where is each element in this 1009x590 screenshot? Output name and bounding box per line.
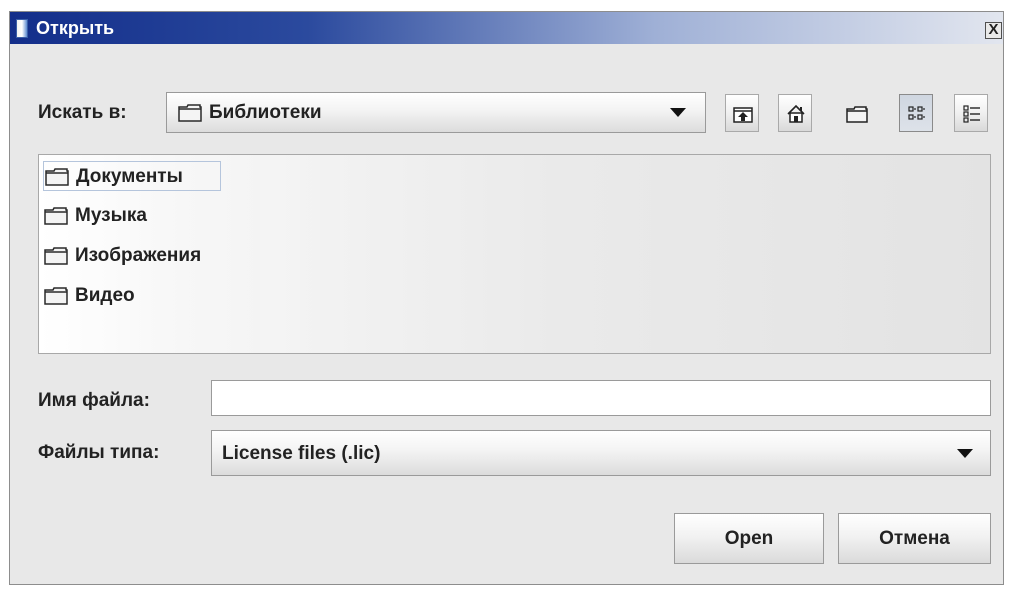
list-item[interactable]: Видео (43, 281, 193, 311)
look-in-value: Библиотеки (209, 102, 322, 123)
file-name-label: Имя файла: (38, 390, 150, 411)
title-bar[interactable]: Открыть X (10, 12, 1003, 44)
folder-icon (44, 247, 68, 265)
new-folder-button[interactable] (838, 94, 872, 132)
java-app-icon (16, 19, 28, 38)
home-button[interactable] (778, 94, 812, 132)
folder-up-icon (733, 107, 753, 123)
list-item[interactable]: Музыка (43, 201, 213, 231)
chevron-down-icon (957, 449, 973, 458)
file-name-field[interactable] (211, 380, 991, 416)
file-list[interactable]: Документы Музыка Изображения Видео (38, 154, 991, 354)
folder-icon (178, 104, 202, 122)
list-view-button[interactable] (899, 94, 933, 132)
file-type-value: License files (.lic) (222, 443, 381, 464)
list-item[interactable]: Документы (43, 161, 221, 191)
list-item-label: Изображения (75, 245, 202, 266)
close-button[interactable]: X (985, 22, 1002, 39)
file-type-dropdown[interactable]: License files (.lic) (211, 430, 991, 476)
open-button[interactable]: Open (674, 513, 824, 564)
folder-icon (44, 207, 68, 225)
home-icon (787, 104, 805, 123)
folder-icon (44, 287, 68, 305)
list-view-icon (908, 106, 925, 120)
look-in-dropdown[interactable]: Библиотеки (166, 92, 706, 133)
up-one-level-button[interactable] (725, 94, 759, 132)
list-item-label: Документы (76, 166, 183, 187)
dialog-title: Открыть (36, 18, 115, 38)
list-item-label: Видео (75, 285, 135, 306)
details-view-button[interactable] (954, 94, 988, 132)
look-in-label: Искать в: (38, 102, 127, 123)
folder-icon (45, 168, 69, 186)
list-item[interactable]: Изображения (43, 241, 263, 271)
new-folder-icon (846, 106, 868, 123)
details-view-icon (963, 105, 980, 123)
cancel-button[interactable]: Отмена (838, 513, 991, 564)
open-dialog: Открыть X Искать в: Библиотеки Документы… (9, 11, 1004, 585)
list-item-label: Музыка (75, 205, 147, 226)
chevron-down-icon (670, 108, 686, 117)
file-type-label: Файлы типа: (38, 442, 160, 463)
